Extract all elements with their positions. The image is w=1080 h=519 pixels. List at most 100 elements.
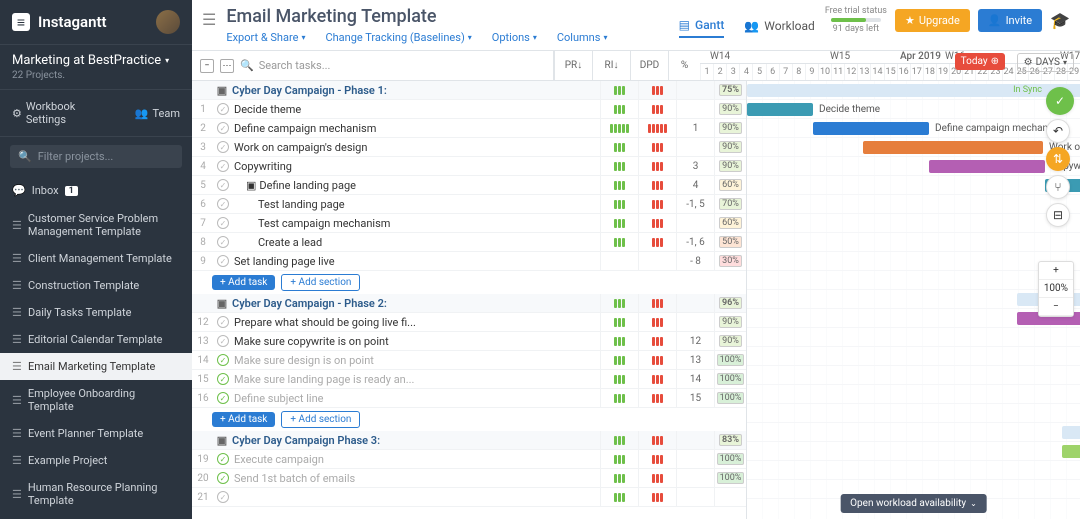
add-section-button[interactable]: + Add section <box>281 411 360 428</box>
task-checkbox[interactable]: ✓ <box>214 316 232 328</box>
add-section-button[interactable]: + Add section <box>281 274 360 291</box>
gantt-chart[interactable]: Cyber Day Campaign - PhDecide themeDefin… <box>747 81 1080 519</box>
gantt-bar[interactable] <box>1062 426 1080 439</box>
project-item[interactable]: ☰Event Planner Template <box>0 420 192 447</box>
task-row[interactable]: 19✓Execute campaign100% <box>192 450 746 469</box>
task-row[interactable]: 4✓Copywriting390% <box>192 157 746 176</box>
task-row[interactable]: 16✓Define subject line15100% <box>192 389 746 408</box>
task-checkbox[interactable]: ✓ <box>214 122 232 134</box>
task-checkbox[interactable]: ✓ <box>214 453 232 465</box>
project-item[interactable]: ☰Editorial Calendar Template <box>0 326 192 353</box>
section-row[interactable]: ▣Cyber Day Campaign - Phase 2:96% <box>192 294 746 313</box>
dpd-cell: 1 <box>676 119 714 137</box>
task-checkbox[interactable]: ✓ <box>214 217 232 229</box>
sort-button[interactable]: ⇅ <box>1046 147 1070 171</box>
task-checkbox[interactable]: ✓ <box>214 335 232 347</box>
zoom-out-button[interactable]: − <box>1039 298 1073 316</box>
project-item[interactable]: ☰Daily Tasks Template <box>0 299 192 326</box>
row-number: 2 <box>192 123 214 134</box>
project-item[interactable]: ☰Marketing Plan Template <box>0 514 192 519</box>
section-row[interactable]: ▣Cyber Day Campaign - Phase 1:75% <box>192 81 746 100</box>
task-row[interactable]: 14✓Make sure design is on point13100% <box>192 351 746 370</box>
expand-all-button[interactable]: ⋯ <box>220 59 234 73</box>
project-item[interactable]: ☰Email Marketing Template <box>0 353 192 380</box>
task-checkbox[interactable]: ✓ <box>214 141 232 153</box>
header-menu-item[interactable]: Change Tracking (Baselines) ▾ <box>325 31 471 44</box>
gantt-bar[interactable]: Decide theme <box>747 103 813 116</box>
add-task-button[interactable]: + Add task <box>212 412 275 427</box>
collapse-icon[interactable]: ▣ <box>214 297 230 310</box>
workbook-settings-link[interactable]: ⚙Workbook Settings <box>12 100 117 126</box>
view-gantt[interactable]: ▤Gantt <box>679 14 725 38</box>
timeline-header: W14W15W16W17Apr 2019 1234567891011121314… <box>700 51 1080 80</box>
task-row[interactable]: 5✓▣Define landing page460% <box>192 176 746 195</box>
task-checkbox[interactable]: ✓ <box>214 198 232 210</box>
scale-button[interactable]: ⚙DAYS▾ <box>1017 53 1074 72</box>
project-item[interactable]: ☰Example Project <box>0 447 192 474</box>
project-item[interactable]: ☰Human Resource Planning Template <box>0 474 192 514</box>
project-item[interactable]: ☰Client Management Template <box>0 245 192 272</box>
task-checkbox[interactable]: ✓ <box>214 472 232 484</box>
invite-button[interactable]: 👤Invite <box>978 9 1042 32</box>
project-item[interactable]: ☰Employee Onboarding Template <box>0 380 192 420</box>
task-row[interactable]: 1✓Decide theme90% <box>192 100 746 119</box>
task-row[interactable]: 12✓Prepare what should be going live fi.… <box>192 313 746 332</box>
gantt-bar[interactable]: Define campaign mechanism <box>813 122 929 135</box>
search-input[interactable]: 🔍Search tasks... <box>240 59 545 72</box>
more-button[interactable]: ⊟ <box>1046 203 1070 227</box>
collapse-icon[interactable]: ▣ <box>214 84 230 97</box>
task-row[interactable]: 6✓Test landing page-1, 570% <box>192 195 746 214</box>
project-item[interactable]: ☰Construction Template <box>0 272 192 299</box>
header-menu-item[interactable]: Options ▾ <box>492 31 537 44</box>
collapse-icon[interactable]: ▣ <box>214 434 230 447</box>
gantt-bar[interactable]: Execute camp <box>1062 445 1080 458</box>
graduation-icon[interactable]: 🎓 <box>1050 11 1070 30</box>
task-checkbox[interactable]: ✓ <box>214 392 232 404</box>
avatar[interactable] <box>156 10 180 34</box>
collapse-all-button[interactable]: − <box>200 59 214 73</box>
gantt-row: Make sure copywrite <box>747 328 1080 347</box>
task-row[interactable]: 15✓Make sure landing page is ready an...… <box>192 370 746 389</box>
team-link[interactable]: 👥Team <box>135 107 180 120</box>
task-row[interactable]: 9✓Set landing page live- 830% <box>192 252 746 271</box>
col-header-dpd[interactable]: DPD <box>630 51 668 80</box>
col-header-pr[interactable]: PR ↓ <box>554 51 592 80</box>
task-checkbox[interactable]: ✓ <box>214 179 232 191</box>
branch-button[interactable]: ⑂ <box>1046 175 1070 199</box>
task-row[interactable]: 13✓Make sure copywrite is on point1290% <box>192 332 746 351</box>
task-row[interactable]: 20✓Send 1st batch of emails100% <box>192 469 746 488</box>
task-checkbox[interactable]: ✓ <box>214 255 232 267</box>
add-task-button[interactable]: + Add task <box>212 275 275 290</box>
task-checkbox[interactable]: ✓ <box>214 103 232 115</box>
check-button[interactable]: ✓ <box>1046 87 1074 115</box>
task-row[interactable]: 8✓Create a lead-1, 650% <box>192 233 746 252</box>
gantt-bar[interactable]: Work on campaign's design <box>863 141 1043 154</box>
filter-projects-input[interactable]: 🔍 Filter projects... <box>10 145 182 168</box>
task-row[interactable]: 3✓Work on campaign's design90% <box>192 138 746 157</box>
zoom-in-button[interactable]: + <box>1039 262 1073 280</box>
task-checkbox[interactable]: ✓ <box>214 373 232 385</box>
task-checkbox[interactable]: ✓ <box>214 491 232 503</box>
priority-cell <box>600 313 638 331</box>
upgrade-button[interactable]: ★Upgrade <box>895 9 970 32</box>
task-row[interactable]: 21✓ <box>192 488 746 507</box>
header-menu-item[interactable]: Export & Share ▾ <box>226 31 305 44</box>
today-button[interactable]: Today⊕ <box>955 53 1005 70</box>
menu-toggle-icon[interactable]: ☰ <box>202 10 216 29</box>
workspace-selector[interactable]: Marketing at BestPractice▾ 22 Projects. <box>0 45 192 90</box>
col-header-pct[interactable]: % <box>668 51 700 80</box>
task-row[interactable]: 2✓Define campaign mechanism190% <box>192 119 746 138</box>
task-row[interactable]: 7✓Test campaign mechanism60% <box>192 214 746 233</box>
workload-toggle[interactable]: Open workload availability⌄ <box>840 494 987 513</box>
inbox-link[interactable]: 💬 Inbox 1 <box>0 176 192 205</box>
section-row[interactable]: ▣Cyber Day Campaign Phase 3:83% <box>192 431 746 450</box>
col-header-ri[interactable]: RI ↓ <box>592 51 630 80</box>
project-item[interactable]: ☰Customer Service Problem Management Tem… <box>0 205 192 245</box>
header-menu-item[interactable]: Columns ▾ <box>557 31 608 44</box>
view-workload[interactable]: 👥Workload <box>744 15 814 37</box>
gantt-bar[interactable]: Copywriting <box>929 160 1045 173</box>
task-checkbox[interactable]: ✓ <box>214 236 232 248</box>
task-checkbox[interactable]: ✓ <box>214 160 232 172</box>
undo-button[interactable]: ↶ <box>1046 119 1070 143</box>
task-checkbox[interactable]: ✓ <box>214 354 232 366</box>
